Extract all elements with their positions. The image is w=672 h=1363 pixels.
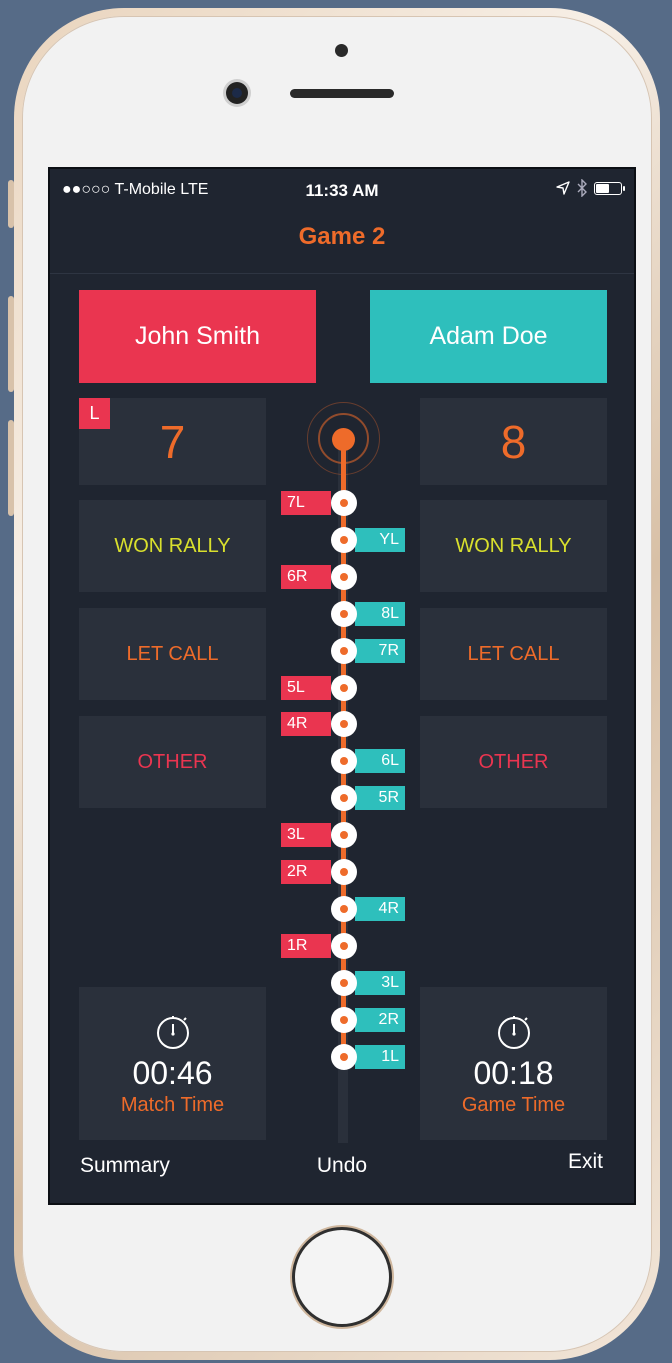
match-time-label: Match Time [120, 1093, 225, 1116]
match-time-value: 00:46 [132, 1054, 213, 1091]
game-time-label: Game Time [461, 1093, 566, 1116]
timeline-current-marker [332, 428, 355, 451]
front-camera [226, 82, 248, 104]
game-time-value: 00:18 [473, 1054, 554, 1091]
timeline-event-label: 1L [355, 1045, 405, 1069]
left-other-button[interactable]: OTHER [79, 716, 266, 808]
game-timer: 00:18 Game Time [420, 987, 607, 1140]
mute-switch [8, 180, 14, 228]
left-won-rally-button[interactable]: WON RALLY [79, 500, 266, 592]
right-let-call-button[interactable]: LET CALL [420, 608, 607, 700]
volume-down-button [8, 420, 14, 516]
timeline-event-dot [331, 970, 357, 996]
right-won-rally-button[interactable]: WON RALLY [420, 500, 607, 592]
timeline-event-label: 4R [355, 897, 405, 921]
status-icons [556, 179, 625, 197]
timeline-event-label: 5L [281, 676, 331, 700]
player-right-name-button[interactable]: Adam Doe [370, 290, 607, 383]
timeline-event-label: 1R [281, 934, 331, 958]
earpiece-speaker [290, 89, 394, 98]
timeline-event-dot [331, 638, 357, 664]
undo-button[interactable]: Undo [50, 1154, 634, 1178]
timeline-event-dot [331, 785, 357, 811]
stopwatch-icon [156, 1015, 189, 1049]
exit-button[interactable]: Exit [568, 1150, 603, 1174]
bluetooth-icon [577, 179, 587, 197]
timeline-event-label: 4R [281, 712, 331, 736]
right-other-button[interactable]: OTHER [420, 716, 607, 808]
timeline-event-dot [331, 896, 357, 922]
timeline-event-dot [331, 527, 357, 553]
player-left-name-button[interactable]: John Smith [79, 290, 316, 383]
timeline-event-label: 2R [281, 860, 331, 884]
timeline-event-label: YL [355, 528, 405, 552]
timeline-event-dot [331, 822, 357, 848]
left-let-call-button[interactable]: LET CALL [79, 608, 266, 700]
player-right-score: 8 [420, 398, 607, 485]
timeline-event-dot [331, 711, 357, 737]
timeline-event-dot [331, 490, 357, 516]
timeline-event-label: 3L [355, 971, 405, 995]
location-arrow-icon [556, 181, 570, 195]
timeline-event-label: 2R [355, 1008, 405, 1032]
page-title: Game 2 [298, 223, 386, 250]
timeline-event-label: 8L [355, 602, 405, 626]
timeline-event-label: 7L [281, 491, 331, 515]
timeline-event-dot [331, 1044, 357, 1070]
timeline-event-label: 5R [355, 786, 405, 810]
status-bar: ●●○○○ T-Mobile LTE 11:33 AM [50, 169, 634, 209]
timeline-event-dot [331, 675, 357, 701]
match-timer: 00:46 Match Time [79, 987, 266, 1140]
timeline-event-dot [331, 933, 357, 959]
timeline-event-label: 3L [281, 823, 331, 847]
home-button[interactable] [292, 1227, 392, 1327]
stopwatch-icon [497, 1015, 530, 1049]
app-screen: ●●○○○ T-Mobile LTE 11:33 AM Game 2 John … [48, 167, 636, 1205]
timeline-event-dot [331, 859, 357, 885]
timeline-event-label: 6L [355, 749, 405, 773]
status-time: 11:33 AM [305, 181, 379, 200]
timeline-event-label: 7R [355, 639, 405, 663]
battery-icon [594, 181, 625, 195]
timeline-event-dot [331, 1007, 357, 1033]
serve-side-badge: L [79, 398, 110, 429]
timeline-event-dot [331, 601, 357, 627]
volume-up-button [8, 296, 14, 392]
proximity-sensor [335, 44, 348, 57]
timeline-event-dot [331, 564, 357, 590]
timeline-event-label: 6R [281, 565, 331, 589]
nav-divider [50, 273, 634, 274]
timeline-event-dot [331, 748, 357, 774]
